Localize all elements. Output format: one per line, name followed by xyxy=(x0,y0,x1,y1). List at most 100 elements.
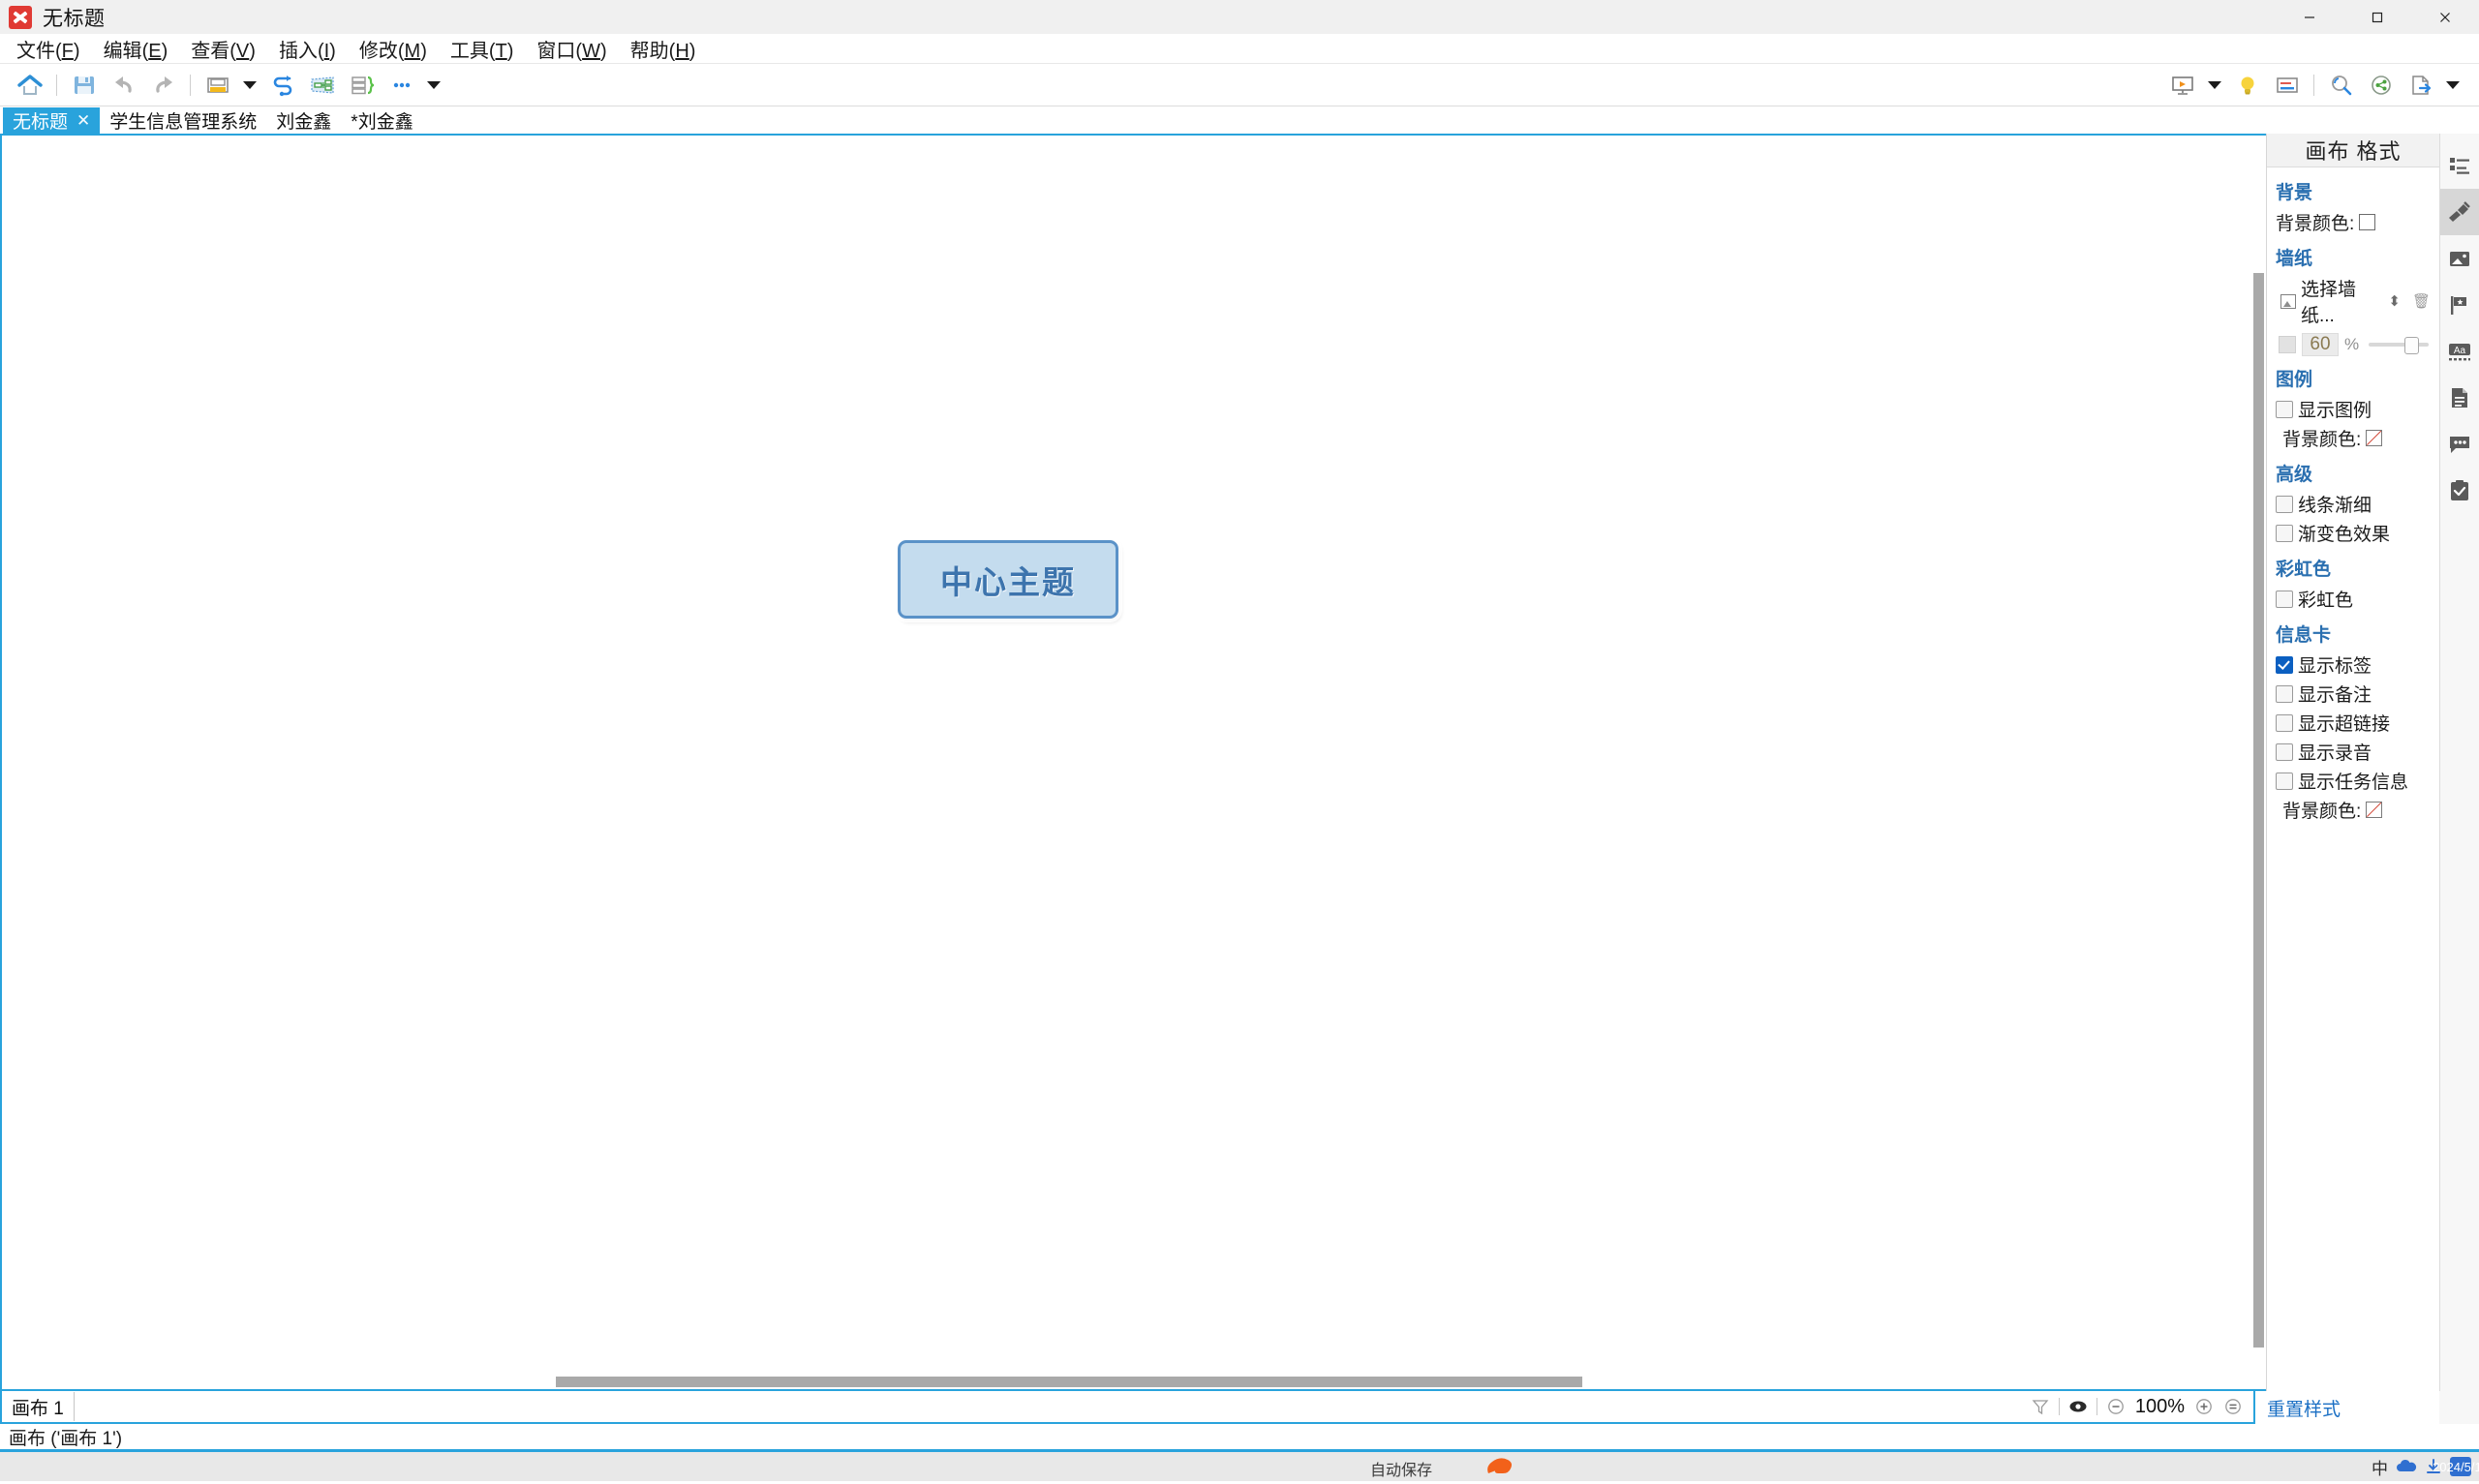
boundary-icon[interactable] xyxy=(302,68,342,103)
image-panel-icon[interactable] xyxy=(2440,235,2479,282)
show-hyperlinks-checkbox[interactable] xyxy=(2276,713,2293,732)
export-icon[interactable] xyxy=(2401,68,2440,103)
notification-badge[interactable]: 2024/5/18 xyxy=(2433,1457,2479,1476)
show-notes-checkbox[interactable] xyxy=(2276,684,2293,703)
relationship-icon[interactable] xyxy=(262,68,302,103)
rainbow-color-checkbox[interactable] xyxy=(2276,590,2293,608)
task-clipboard-icon[interactable] xyxy=(2440,468,2479,514)
gradient-effect-checkbox[interactable] xyxy=(2276,524,2293,542)
horizontal-scroll-thumb[interactable] xyxy=(556,1377,1582,1387)
sheet-bar-row: 画布 1 100% 重置样式 xyxy=(0,1391,2479,1424)
search-icon[interactable] xyxy=(2321,68,2361,103)
opacity-slider[interactable] xyxy=(2369,337,2429,354)
section-background-title: 背景 xyxy=(2276,183,2313,203)
export-dropdown[interactable] xyxy=(2440,68,2465,103)
choose-wallpaper-label: 选择墙纸... xyxy=(2300,280,2356,326)
eye-icon[interactable] xyxy=(2064,1392,2093,1421)
brainstorm-icon[interactable] xyxy=(2227,68,2267,103)
row-show-labels[interactable]: 显示标签 xyxy=(2276,651,2431,678)
background-color-swatch[interactable] xyxy=(2359,214,2376,230)
infocard-background-color-swatch[interactable] xyxy=(2366,802,2383,818)
tab-student-info-system[interactable]: 学生信息管理系统 xyxy=(100,107,266,134)
row-show-legend[interactable]: 显示图例 xyxy=(2276,396,2431,422)
share-icon[interactable] xyxy=(2361,68,2401,103)
trash-icon[interactable]: 🗑 xyxy=(2412,292,2431,310)
redo-icon[interactable] xyxy=(143,68,183,103)
legend-background-color-swatch[interactable] xyxy=(2366,430,2383,446)
tab-liujinxin-modified[interactable]: *刘金鑫 xyxy=(341,107,422,134)
wps-logo-icon[interactable] xyxy=(1484,1455,1529,1484)
title-bar: 无标题 xyxy=(0,0,2479,34)
vertical-scroll-thumb[interactable] xyxy=(2253,273,2264,1348)
text-aa-icon[interactable]: Aa xyxy=(2440,328,2479,375)
zoom-in-icon[interactable] xyxy=(2189,1392,2219,1421)
row-show-task-info[interactable]: 显示任务信息 xyxy=(2276,768,2431,794)
toolbar-right-group xyxy=(2162,64,2465,106)
outline-icon[interactable] xyxy=(2267,68,2307,103)
topic-shape-icon[interactable] xyxy=(198,68,237,103)
opacity-value[interactable]: 60 xyxy=(2302,333,2339,356)
save-icon[interactable] xyxy=(64,68,104,103)
row-background-color[interactable]: 背景颜色: xyxy=(2276,209,2431,235)
central-topic-node[interactable]: 中心主题 xyxy=(898,540,1118,619)
minimize-button[interactable] xyxy=(2276,0,2343,34)
more-dropdown[interactable] xyxy=(421,68,446,103)
home-icon[interactable] xyxy=(10,68,49,103)
chevron-down-icon-3 xyxy=(2208,80,2221,89)
menu-help[interactable]: 帮助(H) xyxy=(619,31,708,67)
spinner-icon[interactable]: ⬍ xyxy=(2388,294,2401,309)
sheet-tab-canvas1[interactable]: 画布 1 xyxy=(2,1392,75,1421)
menu-window[interactable]: 窗口(W) xyxy=(525,31,618,67)
row-show-notes[interactable]: 显示备注 xyxy=(2276,681,2431,707)
undo-icon[interactable] xyxy=(104,68,143,103)
zoom-fit-icon[interactable] xyxy=(2219,1392,2248,1421)
show-task-info-checkbox[interactable] xyxy=(2276,772,2293,790)
brush-format-icon[interactable] xyxy=(2440,189,2479,235)
maximize-button[interactable] xyxy=(2343,0,2411,34)
row-rainbow-color[interactable]: 彩虹色 xyxy=(2276,586,2431,612)
close-icon[interactable]: ✕ xyxy=(77,112,90,129)
summary-icon[interactable] xyxy=(342,68,382,103)
menu-edit[interactable]: 编辑(E) xyxy=(92,31,180,67)
row-show-hyperlinks[interactable]: 显示超链接 xyxy=(2276,710,2431,736)
presentation-icon[interactable] xyxy=(2162,68,2202,103)
row-legend-background-color[interactable]: 背景颜色: xyxy=(2276,425,2431,451)
row-gradient-effect[interactable]: 渐变色效果 xyxy=(2276,520,2431,546)
menu-insert[interactable]: 插入(I) xyxy=(267,31,348,67)
reset-style-link[interactable]: 重置样式 xyxy=(2267,1395,2341,1421)
menu-view[interactable]: 查看(V) xyxy=(179,31,267,67)
row-show-audio[interactable]: 显示录音 xyxy=(2276,739,2431,765)
mindmap-canvas[interactable]: 中心主题 xyxy=(0,134,2266,1391)
tapered-lines-checkbox[interactable] xyxy=(2276,495,2293,513)
tab-untitled[interactable]: 无标题 ✕ xyxy=(3,107,101,134)
presentation-dropdown[interactable] xyxy=(2202,68,2227,103)
row-wallpaper-opacity[interactable]: 60 % xyxy=(2279,333,2431,356)
close-button[interactable] xyxy=(2411,0,2479,34)
notes-icon[interactable] xyxy=(2440,375,2479,421)
cloud-icon[interactable] xyxy=(2396,1459,2417,1474)
filter-icon[interactable] xyxy=(2026,1392,2055,1421)
menu-file[interactable]: 文件(F) xyxy=(5,31,92,67)
row-infocard-background-color[interactable]: 背景颜色: xyxy=(2276,797,2431,823)
comment-icon[interactable] xyxy=(2440,421,2479,468)
show-audio-checkbox[interactable] xyxy=(2276,742,2293,761)
document-tab-strip: 无标题 ✕ 学生信息管理系统 刘金鑫 *刘金鑫 xyxy=(0,106,2479,134)
canvas-vertical-scrollbar[interactable] xyxy=(2253,137,2264,1387)
row-choose-wallpaper[interactable]: 选择墙纸... ⬍ 🗑 xyxy=(2280,275,2431,327)
canvas-horizontal-scrollbar[interactable] xyxy=(4,1377,2252,1387)
more-dots-icon[interactable] xyxy=(382,68,421,103)
flag-marker-icon[interactable] xyxy=(2440,282,2479,328)
topic-shape-dropdown[interactable] xyxy=(237,68,262,103)
status-bar: 画布 ('画布 1') xyxy=(0,1424,2479,1449)
opacity-slider-knob[interactable] xyxy=(2404,337,2420,354)
tab-liujinxin[interactable]: 刘金鑫 xyxy=(266,107,341,134)
show-legend-checkbox[interactable] xyxy=(2276,400,2293,418)
ime-indicator[interactable]: 中 xyxy=(2372,1455,2388,1479)
row-tapered-lines[interactable]: 线条渐细 xyxy=(2276,491,2431,517)
outline-panel-icon[interactable] xyxy=(2440,142,2479,189)
menu-tools[interactable]: 工具(T) xyxy=(439,31,526,67)
zoom-level[interactable]: 100% xyxy=(2130,1396,2189,1418)
zoom-out-icon[interactable] xyxy=(2101,1392,2130,1421)
menu-modify[interactable]: 修改(M) xyxy=(348,31,439,67)
show-labels-checkbox[interactable] xyxy=(2276,655,2293,674)
